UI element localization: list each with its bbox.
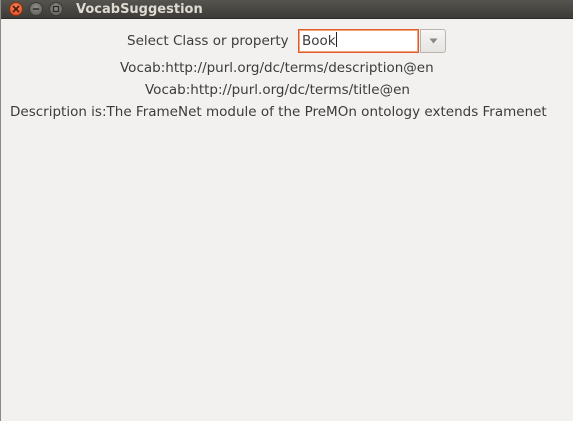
description-text: Description is:The FrameNet module of th… — [10, 104, 547, 120]
minimize-button[interactable] — [29, 2, 43, 16]
maximize-icon — [52, 5, 60, 13]
vocab-description-result: Vocab:http://purl.org/dc/terms/descripti… — [120, 60, 434, 76]
class-property-combobox[interactable]: Book — [298, 29, 446, 53]
class-property-input[interactable]: Book — [298, 29, 419, 53]
close-icon — [12, 5, 20, 13]
text-caret — [335, 32, 337, 47]
select-class-label: Select Class or property — [127, 33, 289, 49]
chevron-down-icon — [429, 38, 437, 44]
app-window: VocabSuggestion Select Class or property… — [0, 0, 573, 421]
combo-input-text: Book — [302, 33, 336, 49]
close-button[interactable] — [9, 2, 23, 16]
combo-dropdown-button[interactable] — [420, 29, 446, 53]
minimize-icon — [32, 8, 40, 10]
window-title: VocabSuggestion — [76, 2, 203, 17]
maximize-button[interactable] — [49, 2, 63, 16]
vocab-title-result: Vocab:http://purl.org/dc/terms/title@en — [145, 82, 410, 98]
title-bar[interactable]: VocabSuggestion — [1, 0, 573, 19]
